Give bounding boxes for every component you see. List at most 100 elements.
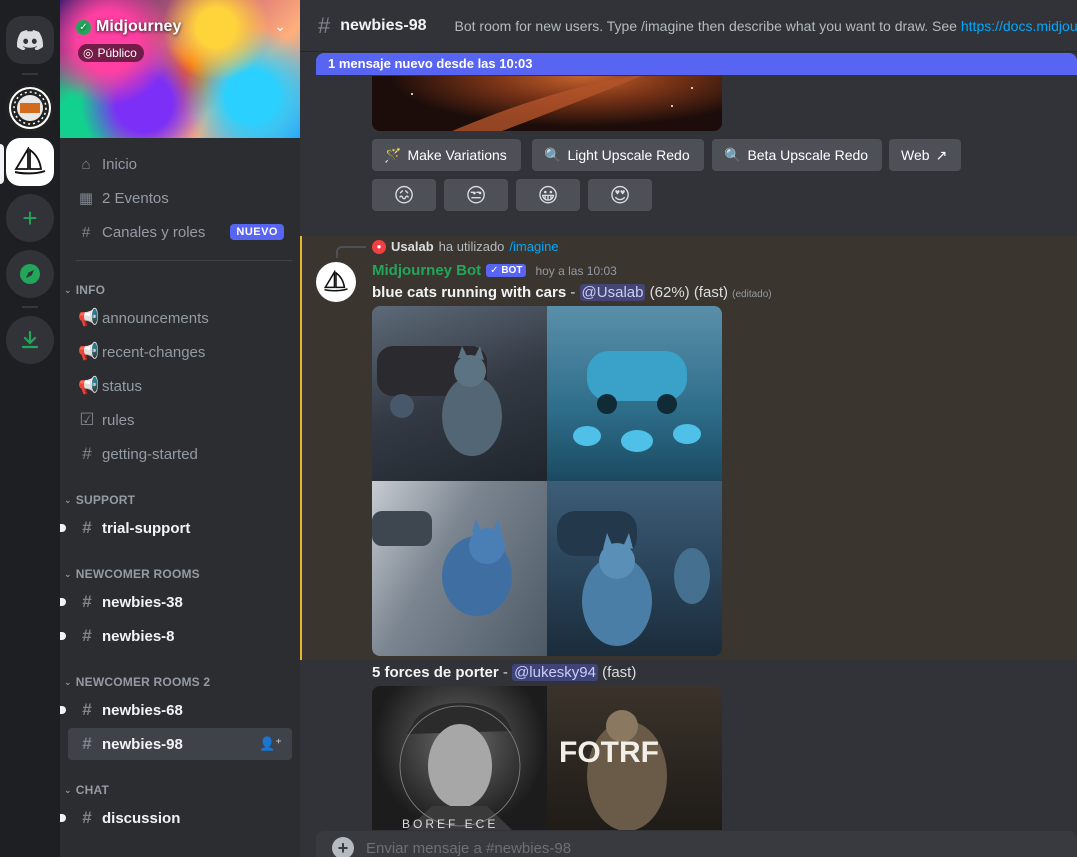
server-emblem-icon — [11, 89, 49, 127]
image-grid[interactable] — [372, 306, 722, 656]
channel-getting-started[interactable]: # getting-started — [68, 438, 292, 470]
category-support[interactable]: ⌄ SUPPORT — [64, 493, 135, 507]
channel-title: newbies-98 — [340, 16, 427, 34]
beta-upscale-label: Beta Upscale Redo — [747, 147, 869, 163]
prompt-text: blue cats running with cars — [372, 284, 567, 301]
progress-status: (62%) (fast) — [645, 284, 733, 301]
new-badge: NUEVO — [230, 224, 284, 240]
explore-servers-button[interactable] — [6, 250, 54, 298]
category-newcomer-label: NEWCOMER ROOMS — [75, 567, 200, 581]
progress-status: (fast) — [598, 664, 637, 681]
threads-hash-icon: # — [82, 700, 92, 719]
discord-logo-icon — [17, 30, 43, 50]
threads-hash-icon: # — [82, 592, 92, 611]
category-chat[interactable]: ⌄ CHAT — [64, 783, 109, 797]
add-member-icon[interactable]: 👤⁺ — [259, 736, 282, 752]
channel-label: newbies-8 — [102, 627, 175, 645]
nav-events-label: 2 Eventos — [102, 189, 169, 207]
reply-command[interactable]: /imagine — [509, 239, 558, 254]
grid-image-2[interactable] — [547, 306, 722, 481]
category-info[interactable]: ⌄ INFO — [64, 283, 105, 297]
grid2-image-1[interactable]: BOREF ECE — [372, 686, 547, 830]
rail-separator-2 — [22, 306, 38, 308]
grid-image-1[interactable] — [372, 306, 547, 481]
image-grid-2[interactable]: BOREF ECE FOTRF — [372, 686, 722, 830]
megaphone-icon: 📢 — [78, 376, 100, 395]
reaction-button[interactable]: 😀 — [516, 179, 580, 211]
calendar-icon: ▦ — [78, 190, 94, 207]
add-attachment-icon[interactable]: + — [332, 837, 354, 857]
beta-upscale-redo-button[interactable]: 🔍 Beta Upscale Redo — [712, 139, 883, 171]
composer-placeholder[interactable]: Enviar mensaje a #newbies-98 — [366, 840, 571, 857]
channel-rules[interactable]: ☑ rules — [68, 404, 292, 436]
add-server-button[interactable]: + — [6, 194, 54, 242]
desert-sand-art — [411, 76, 693, 131]
sailboat-icon — [323, 270, 348, 292]
grid-image-3[interactable] — [372, 481, 547, 656]
server-icon-midjourney[interactable] — [6, 138, 54, 186]
grid2-image-2[interactable]: FOTRF — [547, 686, 722, 830]
bot-badge: ✓ BOT — [486, 264, 527, 277]
message-composer[interactable]: + Enviar mensaje a #newbies-98 — [316, 831, 1077, 857]
reply-user[interactable]: Usalab — [391, 239, 434, 254]
nav-channels-roles[interactable]: # Canales y roles NUEVO — [68, 216, 292, 248]
portrait-art: BOREF ECE — [399, 702, 521, 830]
category-newcomer2-label: NEWCOMER ROOMS 2 — [75, 675, 211, 689]
reaction-button[interactable]: 😖 — [372, 179, 436, 211]
channel-recent-changes[interactable]: 📢 recent-changes — [68, 336, 292, 368]
bot-avatar[interactable] — [316, 262, 356, 302]
server-name[interactable]: ✓ Midjourney — [76, 18, 181, 36]
reaction-button[interactable]: 😒 — [444, 179, 508, 211]
category-newcomer-rooms[interactable]: ⌄ NEWCOMER ROOMS — [64, 567, 200, 581]
magnifier-icon: 🔍 — [544, 146, 562, 163]
channel-header: # newbies-98 Bot room for new users. Typ… — [300, 0, 1077, 52]
chevron-down-icon: ⌄ — [64, 676, 72, 687]
light-upscale-label: Light Upscale Redo — [567, 147, 690, 163]
channel-label: status — [102, 377, 143, 395]
edited-label: (editado) — [732, 289, 772, 300]
light-upscale-redo-button[interactable]: 🔍 Light Upscale Redo — [532, 139, 704, 171]
new-messages-bar[interactable]: 1 mensaje nuevo desde las 10:03 — [316, 53, 1077, 75]
unread-indicator — [60, 814, 66, 822]
grid-image-4[interactable] — [547, 481, 722, 656]
channel-topic[interactable]: Bot room for new users. Type /imagine th… — [455, 18, 1077, 34]
chevron-down-icon: ⌄ — [64, 494, 72, 505]
channel-sidebar: ✓ Midjourney ⌄ ◎ Público ⌂ Inicio ▦ 2 Ev… — [60, 0, 300, 857]
nav-channels-roles-label: Canales y roles — [102, 223, 206, 241]
channel-status[interactable]: 📢 status — [68, 370, 292, 402]
nav-events[interactable]: ▦ 2 Eventos — [68, 182, 292, 214]
discord-home-button[interactable] — [6, 16, 54, 64]
channel-newbies-98[interactable]: # newbies-98 👤⁺ — [68, 728, 292, 760]
rules-checkbox-icon: ☑ — [79, 410, 95, 429]
threads-hash-icon: # — [318, 12, 331, 38]
user-mention[interactable]: @lukesky94 — [512, 664, 598, 681]
download-apps-button[interactable] — [6, 316, 54, 364]
channel-trial-support[interactable]: # trial-support — [60, 512, 292, 544]
channel-browse-icon: # — [81, 223, 91, 241]
cat-car-art — [372, 511, 512, 616]
channel-label: discussion — [102, 809, 181, 827]
author-name[interactable]: Midjourney Bot — [372, 262, 481, 279]
channel-newbies-38[interactable]: # newbies-38 — [60, 586, 292, 618]
server-icon-1[interactable] — [6, 84, 54, 132]
previous-image[interactable] — [372, 76, 722, 131]
channel-newbies-8[interactable]: # newbies-8 — [60, 620, 292, 652]
channel-discussion[interactable]: # discussion — [60, 802, 292, 834]
server-banner[interactable]: ✓ Midjourney ⌄ ◎ Público — [60, 0, 300, 138]
chevron-down-icon[interactable]: ⌄ — [274, 18, 286, 35]
channel-label: newbies-38 — [102, 593, 183, 611]
globe-icon: ◎ — [83, 46, 94, 60]
user-mention[interactable]: @Usalab — [579, 284, 646, 301]
nav-home-label: Inicio — [102, 155, 138, 173]
nav-home[interactable]: ⌂ Inicio — [68, 148, 292, 180]
channel-announcements[interactable]: 📢 announcements — [68, 302, 292, 334]
public-label: Público — [97, 46, 137, 60]
topic-text: Bot room for new users. Type /imagine th… — [454, 17, 961, 34]
channel-newbies-68[interactable]: # newbies-68 — [60, 694, 292, 726]
make-variations-button[interactable]: 🪄 Make Variations — [372, 139, 521, 171]
category-newcomer-rooms-2[interactable]: ⌄ NEWCOMER ROOMS 2 — [64, 675, 210, 689]
web-button[interactable]: Web ↗ — [889, 139, 962, 171]
reaction-button[interactable]: 😍 — [588, 179, 652, 211]
topic-link[interactable]: https://docs.midjourney.com — [961, 18, 1077, 34]
command-reply[interactable]: ● Usalab ha utilizado /imagine — [372, 239, 559, 254]
